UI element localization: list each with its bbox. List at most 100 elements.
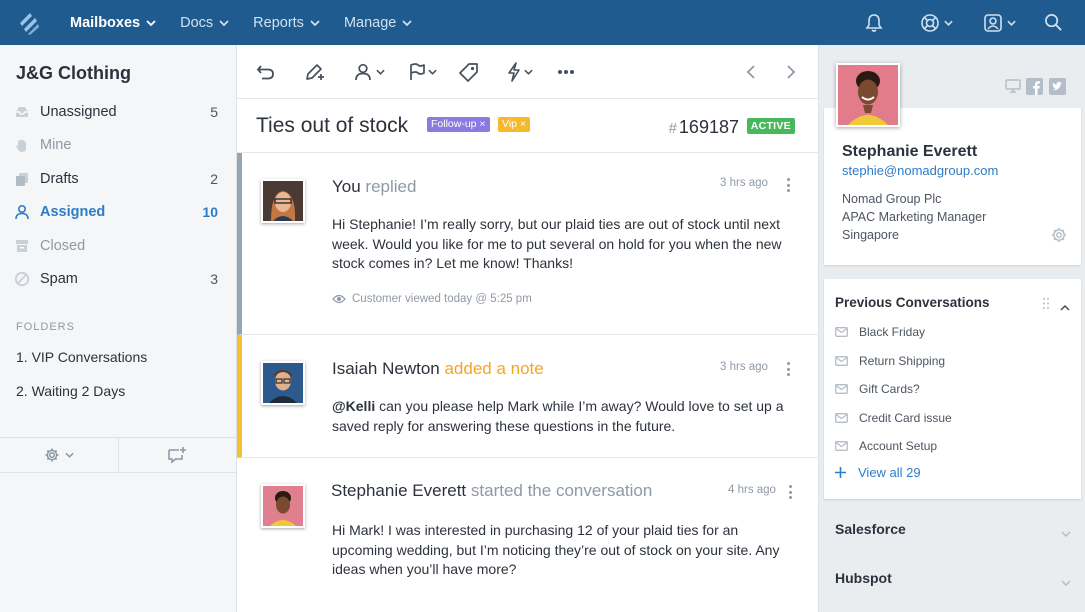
nav-docs[interactable]: Docs (168, 0, 241, 45)
status-flag-button[interactable] (408, 60, 437, 84)
drag-handle-icon[interactable] (1043, 296, 1049, 314)
chevron-down-icon[interactable] (1061, 524, 1071, 542)
thread-body: @Kelli can you please help Mark while I’… (332, 397, 784, 436)
previous-conversations-card: Previous Conversations Black Friday Retu… (824, 279, 1081, 499)
thread-author: Isaiah Newton added a note (332, 359, 544, 379)
thread-time: 4 hrs ago (728, 484, 776, 496)
tag-vip[interactable]: Vip × (498, 117, 531, 132)
chevron-down-icon (376, 69, 385, 75)
nav-manage[interactable]: Manage (332, 0, 424, 45)
helpscout-logo-icon[interactable] (0, 0, 58, 45)
mailbox-settings-button[interactable] (0, 438, 119, 472)
previous-conversation-item[interactable]: Black Friday (835, 323, 925, 341)
avatar (261, 179, 305, 223)
thread-menu-icon[interactable] (786, 178, 790, 192)
mailbox-name[interactable]: J&G Clothing (16, 63, 131, 84)
chevron-up-icon[interactable] (1060, 298, 1070, 316)
viewed-indicator: Customer viewed today @ 5:25 pm (332, 293, 532, 305)
thread-menu-icon[interactable] (786, 362, 790, 376)
app-hubspot[interactable]: Hubspot (835, 570, 892, 586)
account-menu[interactable] (983, 0, 1016, 45)
avatar (261, 361, 305, 405)
chevron-down-icon[interactable] (1061, 573, 1071, 591)
search-icon[interactable] (1044, 0, 1063, 45)
more-horizontal-icon (558, 70, 574, 74)
chevron-down-icon (310, 19, 320, 26)
view-all-label: View all 29 (858, 465, 921, 480)
tag-follow-up[interactable]: Follow-up × (427, 117, 490, 132)
body-line: saved reply for answering these question… (332, 417, 676, 434)
folder-drafts[interactable]: Drafts 2 (0, 164, 236, 194)
status-badge[interactable]: ACTIVE (746, 118, 795, 134)
lifebuoy-icon (921, 13, 939, 32)
pencil-plus-icon (306, 64, 324, 80)
inbox-icon (14, 104, 30, 120)
facebook-icon[interactable] (1026, 78, 1043, 100)
user-icon (14, 204, 30, 220)
customer-email[interactable]: stephie@nomadgroup.com (842, 163, 998, 178)
add-note-button[interactable] (304, 60, 326, 84)
saved-folder-item[interactable]: 2. Waiting 2 Days (16, 383, 125, 399)
assign-button[interactable] (354, 60, 385, 84)
view-all-conversations-link[interactable]: View all 29 (835, 465, 921, 480)
more-actions-button[interactable] (557, 60, 575, 84)
previous-conversation-label: Account Setup (859, 439, 938, 453)
customer-profile-card: Stephanie Everett stephie@nomadgroup.com… (824, 108, 1081, 265)
folder-assigned[interactable]: Assigned 10 (0, 197, 236, 227)
undo-button[interactable] (256, 60, 276, 84)
workflow-button[interactable] (506, 60, 533, 84)
thread-action: replied (365, 177, 417, 196)
archive-icon (14, 238, 30, 254)
chevron-down-icon (219, 19, 229, 26)
nav-manage-label: Manage (343, 14, 397, 31)
chevron-left-icon (746, 65, 755, 79)
chevron-down-icon (1007, 20, 1016, 26)
new-conversation-button[interactable] (119, 438, 237, 472)
previous-conversation-item[interactable]: Return Shipping (835, 352, 945, 370)
folder-count: 2 (210, 171, 218, 187)
number-hash: # (668, 120, 677, 137)
tag-button[interactable] (459, 60, 479, 84)
nav-reports[interactable]: Reports (241, 0, 332, 45)
body-line: week. Would you like for me to put sever… (332, 235, 782, 252)
saved-folder-item[interactable]: 1. VIP Conversations (16, 349, 147, 365)
folder-mine[interactable]: Mine (0, 130, 236, 160)
viewed-text: Customer viewed today @ 5:25 pm (352, 293, 532, 305)
author-name: You (332, 177, 361, 196)
nav-docs-label: Docs (180, 14, 214, 31)
top-navigation-bar: Mailboxes Docs Reports Manage (0, 0, 1085, 45)
spam-icon (14, 271, 30, 287)
body-line: ideas when you’ll have more? (332, 561, 517, 577)
folder-unassigned[interactable]: Unassigned 5 (0, 97, 236, 127)
twitter-icon[interactable] (1049, 78, 1066, 100)
previous-conversation-item[interactable]: Gift Cards? (835, 380, 920, 398)
author-name: Stephanie Everett (331, 481, 467, 500)
previous-conversation-item[interactable]: Credit Card issue (835, 409, 952, 427)
notifications-bell-icon[interactable] (864, 0, 884, 45)
chevron-down-icon (524, 69, 533, 75)
app-salesforce[interactable]: Salesforce (835, 521, 906, 537)
help-lifebuoy-menu[interactable] (920, 0, 953, 45)
conversation-subject[interactable]: Ties out of stock (256, 114, 408, 138)
chevron-down-icon (428, 69, 437, 75)
folder-closed[interactable]: Closed (0, 231, 236, 261)
thread-note: Isaiah Newton added a note 3 hrs ago @Ke… (237, 335, 818, 458)
user-account-icon (984, 13, 1002, 32)
gear-icon[interactable] (1051, 227, 1067, 248)
customer-avatar (836, 63, 900, 127)
thread-author: Stephanie Everett started the conversati… (331, 481, 652, 501)
mention[interactable]: @Kelli (332, 398, 375, 414)
next-conversation-button[interactable] (786, 60, 796, 84)
folder-label: Assigned (40, 204, 106, 220)
body-line: @Kelli can you please help Mark while I’… (332, 397, 784, 417)
folder-spam[interactable]: Spam 3 (0, 264, 236, 294)
thread-menu-icon[interactable] (788, 485, 792, 499)
previous-conversation-button[interactable] (746, 60, 756, 84)
nav-reports-label: Reports (253, 14, 304, 31)
previous-conversation-item[interactable]: Account Setup (835, 437, 937, 455)
previous-conversation-label: Black Friday (859, 325, 926, 339)
body-line: upcoming wedding, but I’m noticing they’… (332, 541, 780, 558)
customer-name[interactable]: Stephanie Everett (842, 143, 977, 161)
monitor-icon[interactable] (1005, 79, 1021, 98)
nav-mailboxes[interactable]: Mailboxes (58, 0, 168, 45)
